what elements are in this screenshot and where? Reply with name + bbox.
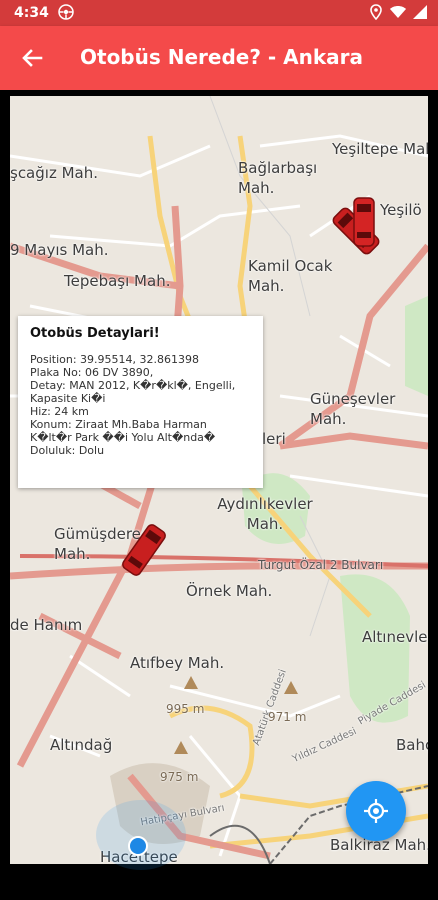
wifi-icon [390,6,406,18]
map-label: Kamil Ocak Mah. [248,257,333,295]
info-location: Konum: Ziraat Mh.Baba Harman [30,418,207,431]
elevation-label: 995 m [166,702,205,716]
map-label: Yeşilö [380,201,422,219]
info-location-cont: K�lt�r Park ��i Yolu Alt�nda� [30,431,216,444]
app-bar: Otobüs Nerede? - Ankara [0,26,438,90]
info-position: Position: 39.95514, 32.861398 [30,353,199,366]
status-time: 4:34 [14,5,49,21]
gamepad-icon [58,4,74,20]
my-location-button[interactable] [346,781,406,841]
elevation-label: 971 m [268,710,307,724]
info-occupancy: Doluluk: Dolu [30,444,105,457]
info-plate: Plaka No: 06 DV 3890, [30,366,154,379]
current-location-dot [128,836,148,856]
map-label: şcağız Mah. [10,164,98,182]
info-title: Otobüs Detaylari! [30,326,160,341]
bus-info-window[interactable]: Otobüs Detaylari! Position: 39.95514, 32… [18,316,263,488]
map-label: Yeşiltepe Mah. [332,140,428,158]
map-label: Tepebaşı Mah. [64,272,171,290]
my-location-icon [364,799,388,823]
system-nav-bar [0,872,438,900]
map-label: de Hanım [10,616,83,634]
page-title: Otobüs Nerede? - Ankara [80,45,364,69]
map-label: 9 Mayıs Mah. [10,241,109,259]
info-detail: Detay: MAN 2012, K�r�kl�, Engelli, [30,379,236,392]
bus-marker-icon[interactable] [116,520,172,580]
map-label: Bahçe [396,736,428,754]
status-bar: 4:34 [0,0,438,26]
info-speed: Hiz: 24 km [30,405,89,418]
elevation-label: 975 m [160,770,199,784]
map-label: Atıfbey Mah. [130,654,225,672]
location-icon [370,4,382,20]
map-label: Altındağ [50,736,113,754]
map-label: Aydınlıkevler Mah. [217,495,313,533]
map-label: leri [262,430,286,448]
bus-marker-icon[interactable] [344,194,384,252]
map-label: Altınevler [362,628,428,646]
location-accuracy-halo [96,800,186,870]
map-label: Örnek Mah. [186,582,273,600]
map-label: Turgut Özal 2 Bulvarı [258,558,384,572]
back-button[interactable] [14,40,50,76]
map-label: Bağlarbaşı Mah. [238,159,318,197]
back-arrow-icon [22,49,43,67]
map-label: Güneşevler Mah. [310,390,396,428]
info-capacity: Kapasite Ki�i [30,392,106,405]
signal-icon [413,5,427,19]
